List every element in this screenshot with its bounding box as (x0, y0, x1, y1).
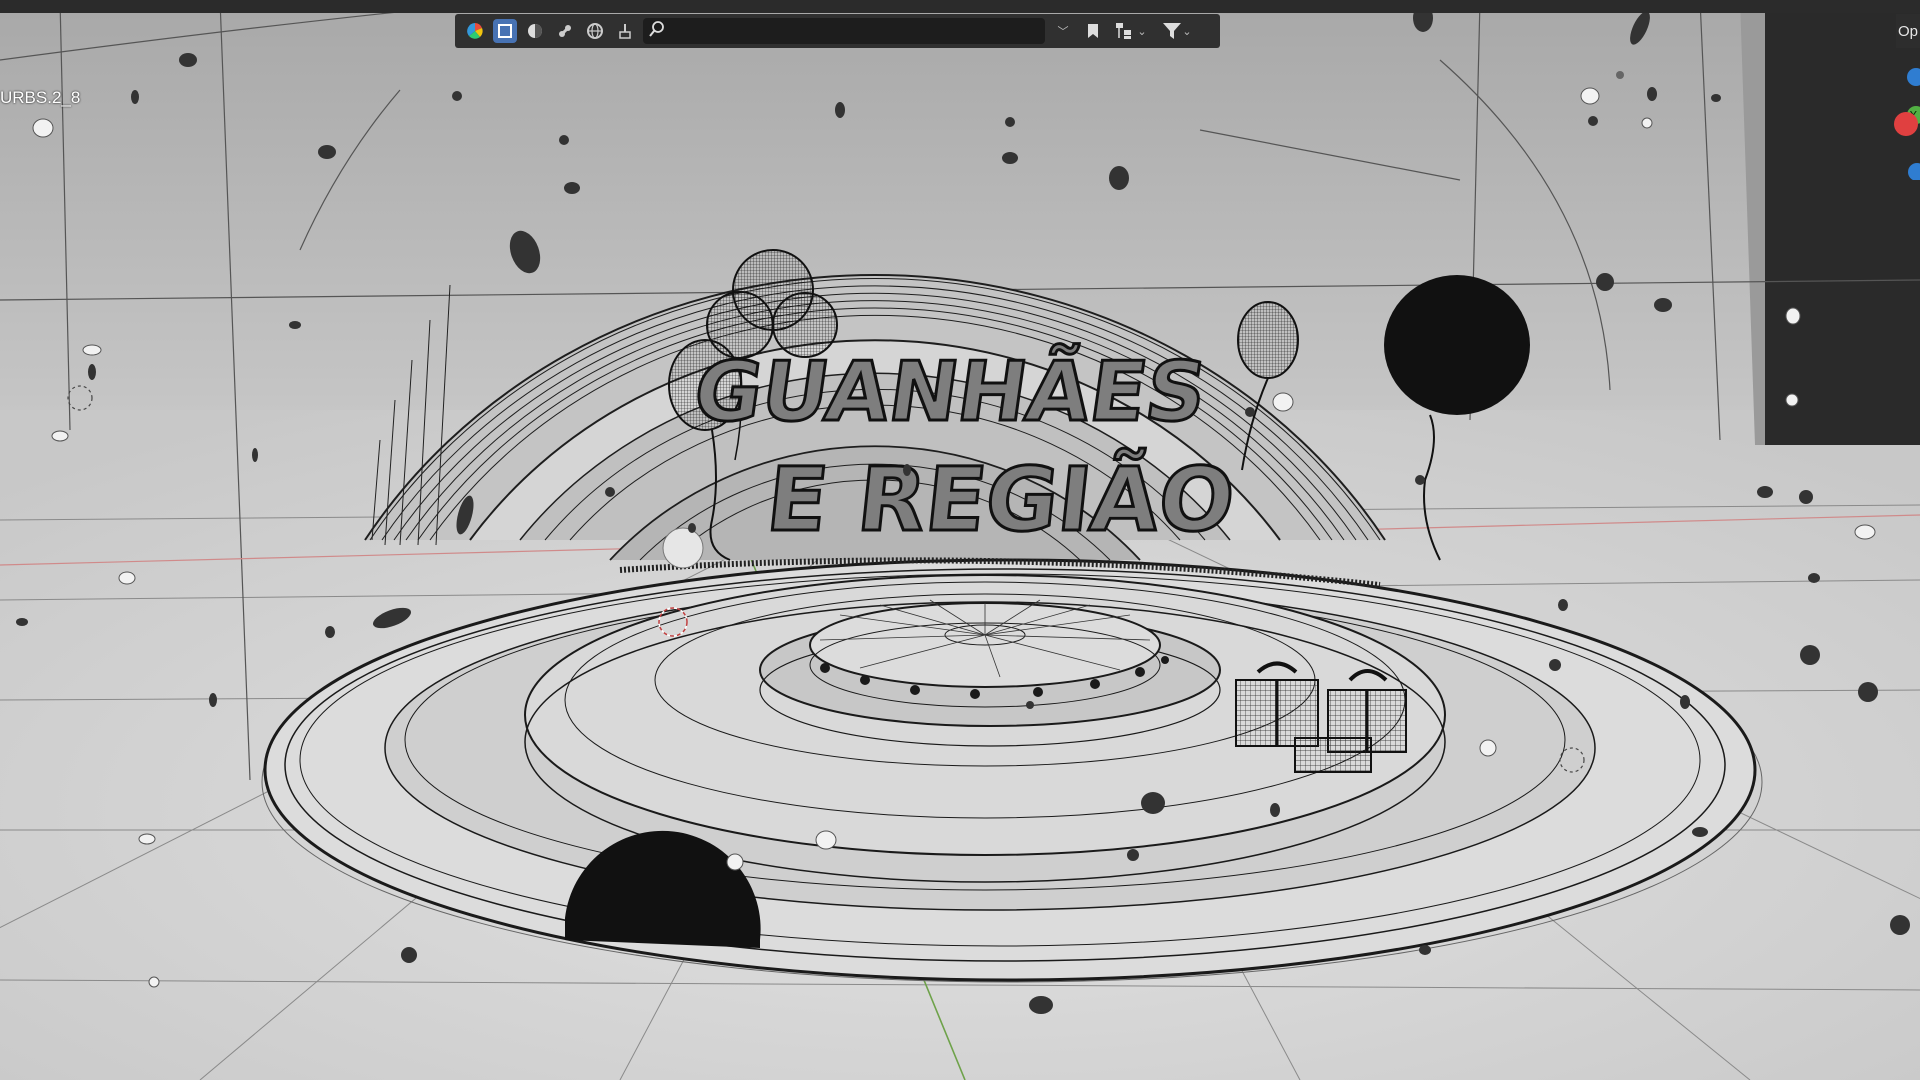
world-icon[interactable] (583, 19, 607, 43)
outliner-filter-toolbar: ﹀ ⌄ ⌄ (455, 14, 1220, 48)
navigation-gizmo[interactable]: Y (1850, 60, 1920, 181)
hierarchy-icon[interactable]: ⌄ (1111, 19, 1151, 43)
chevron-down-icon[interactable]: ﹀ (1051, 19, 1075, 43)
search-input[interactable] (669, 22, 1013, 40)
header-strip (0, 0, 1920, 13)
3d-viewport[interactable]: GUANHÃES E REGIÃO (0, 0, 1920, 1080)
sidebar-tab-op[interactable]: Op (1896, 14, 1920, 48)
brush-icon[interactable] (613, 19, 637, 43)
z-axis-handle[interactable] (1907, 68, 1920, 86)
color-wheel-icon[interactable] (463, 19, 487, 43)
bookmark-icon[interactable] (1081, 19, 1105, 43)
active-object-name: URBS.2_8 (0, 88, 81, 107)
select-box-icon[interactable] (493, 19, 517, 43)
neg-z-axis-handle[interactable] (1908, 163, 1920, 181)
scene-text-line1: GUANHÃES (688, 343, 1212, 440)
scene-text-line2: E REGIÃO (762, 447, 1239, 551)
search-icon (649, 21, 665, 41)
x-axis-handle[interactable] (1894, 112, 1918, 136)
bone-icon[interactable] (553, 19, 577, 43)
filter-icon[interactable]: ⌄ (1157, 19, 1197, 43)
outliner-search-field[interactable] (643, 18, 1045, 44)
stage-rings (261, 558, 1763, 983)
viewport-shading-icon[interactable] (523, 19, 547, 43)
